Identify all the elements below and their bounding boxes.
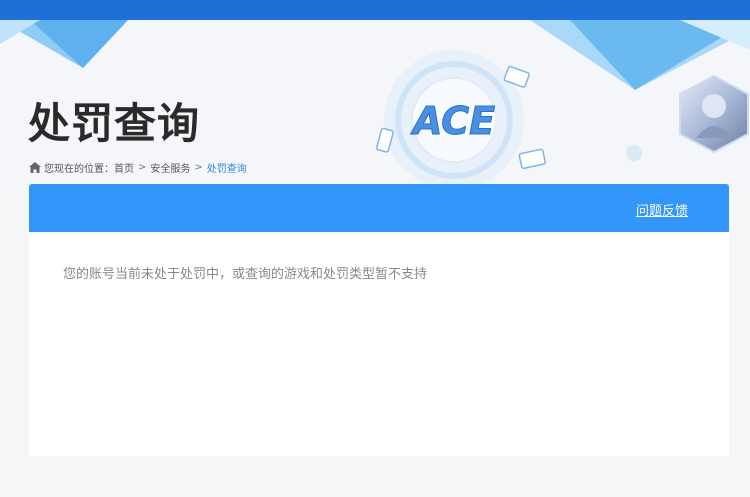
banner-left-decoration xyxy=(0,20,128,68)
home-icon xyxy=(29,162,41,173)
breadcrumb-current[interactable]: 处罚查询 xyxy=(207,160,247,175)
breadcrumb: 您现在的位置： 首页 > 安全服务 > 处罚查询 xyxy=(29,160,247,175)
breadcrumb-home[interactable]: 首页 xyxy=(114,160,134,175)
decorative-dot xyxy=(626,145,642,161)
top-bar xyxy=(0,0,750,20)
status-message: 您的账号当前未处于处罚中，或查询的游戏和处罚类型暂不支持 xyxy=(63,267,428,282)
ace-emblem-icon: ACE xyxy=(376,50,546,185)
ace-logo-text: ACE xyxy=(410,99,495,143)
page-title: 处罚查询 xyxy=(28,99,201,148)
breadcrumb-security-services[interactable]: 安全服务 xyxy=(150,160,190,175)
panel-header: 问题反馈 xyxy=(29,184,729,232)
game-character-avatar xyxy=(679,74,749,154)
feedback-link[interactable]: 问题反馈 xyxy=(636,200,688,219)
breadcrumb-prefix: 您现在的位置： xyxy=(44,164,114,175)
breadcrumb-separator: > xyxy=(194,162,203,173)
breadcrumb-separator: > xyxy=(138,162,147,173)
result-panel: 问题反馈 您的账号当前未处于处罚中，或查询的游戏和处罚类型暂不支持 xyxy=(29,184,729,456)
